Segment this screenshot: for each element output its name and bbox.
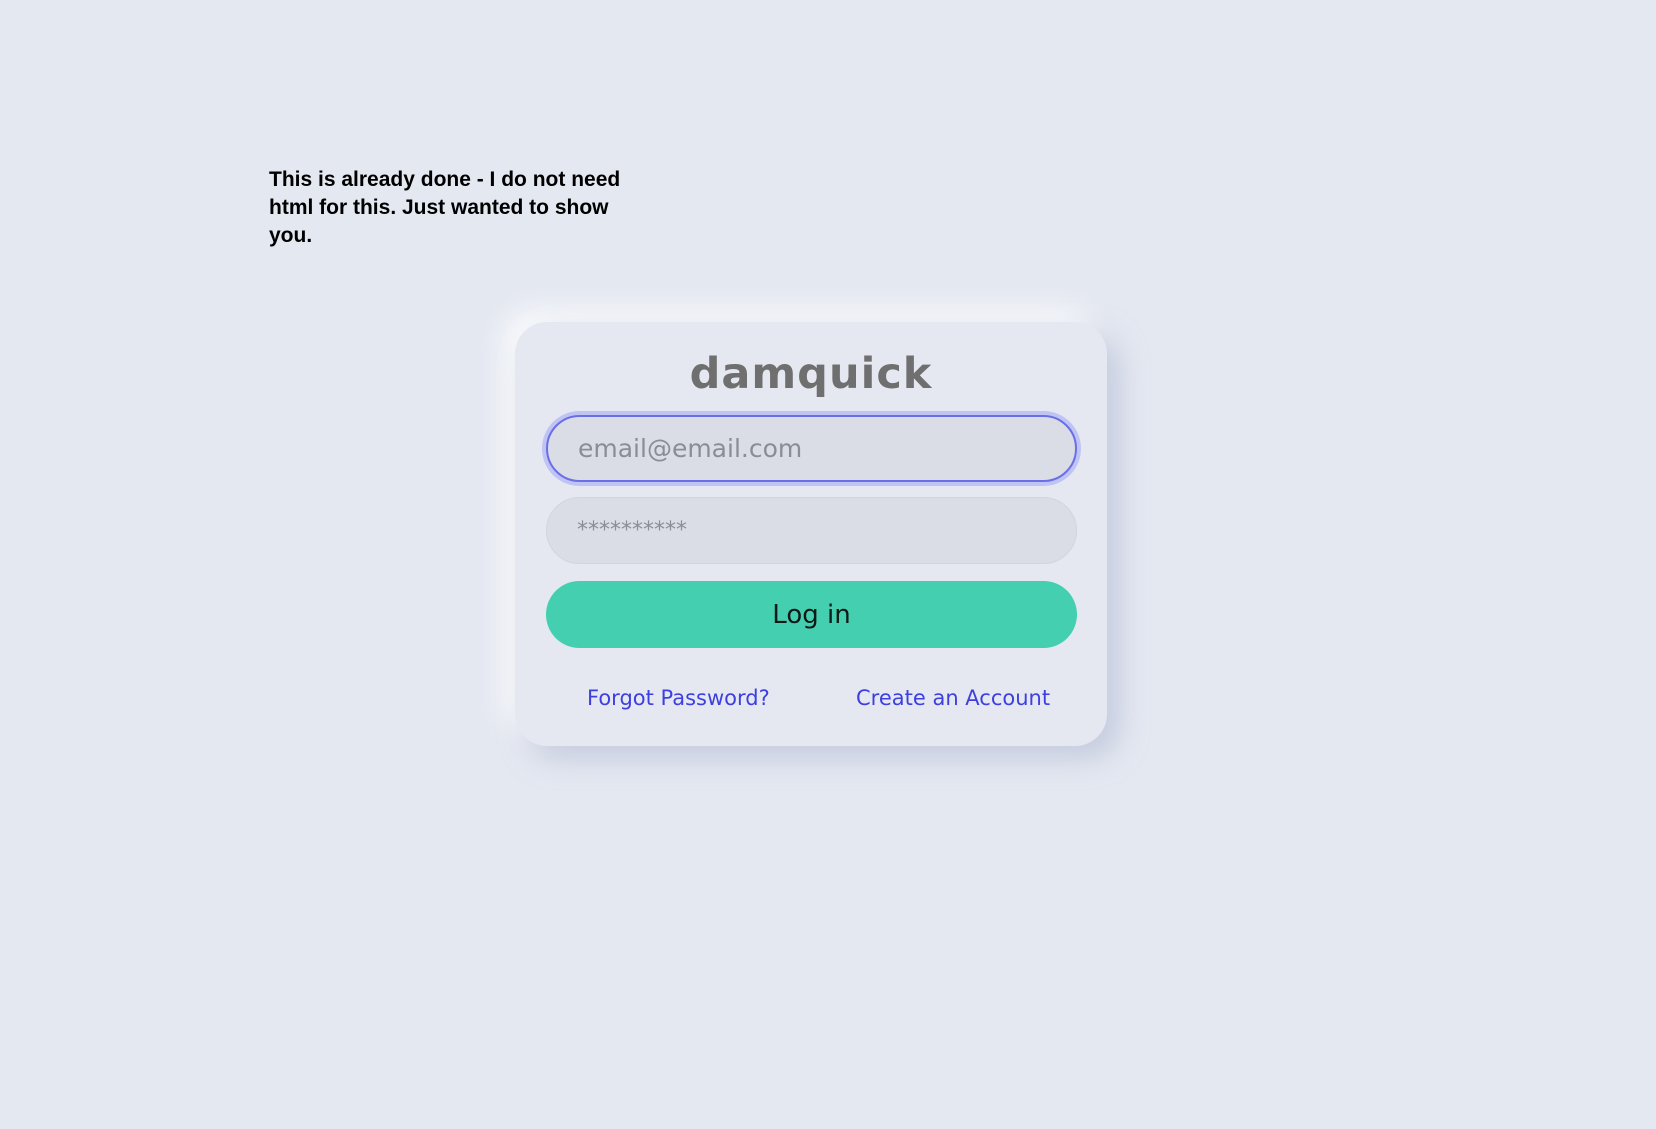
email-input[interactable] [546, 415, 1077, 482]
note-text: This is already done - I do not need htm… [269, 168, 621, 247]
create-account-link[interactable]: Create an Account [856, 686, 1050, 710]
page: This is already done - I do not need htm… [0, 0, 1656, 1129]
forgot-password-link[interactable]: Forgot Password? [587, 686, 770, 710]
password-input[interactable] [546, 497, 1077, 564]
login-button[interactable]: Log in [546, 581, 1077, 648]
brand-logo: damquick [689, 349, 933, 399]
login-card: damquick Log in Forgot Password? Create … [515, 322, 1107, 746]
